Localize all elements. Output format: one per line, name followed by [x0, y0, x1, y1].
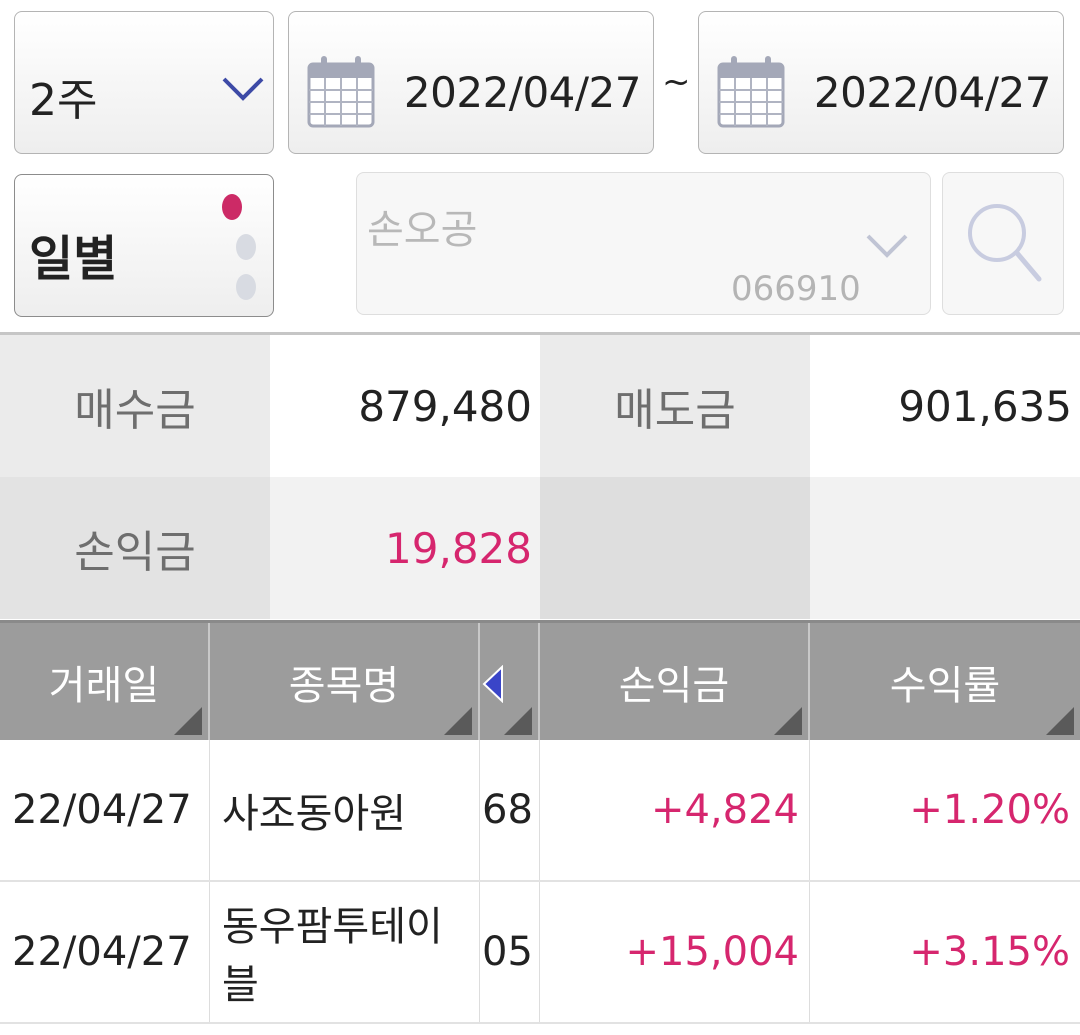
profit-label: 손익금: [0, 477, 270, 619]
chevron-down-icon: [221, 76, 265, 106]
sell-amount-value: 901,635: [810, 335, 1080, 477]
page-indicator-dot: [236, 234, 256, 260]
table-row[interactable]: 22/04/27 사조동아원 68 +4,824 +1.20%: [0, 740, 1080, 882]
start-date-picker[interactable]: 2022/04/27: [288, 11, 654, 154]
left-triangle-icon[interactable]: [482, 664, 504, 707]
column-header-rate[interactable]: 수익률: [810, 623, 1080, 741]
table-row[interactable]: 22/04/27 동우팜투테이블 05 +15,004 +3.15%: [0, 882, 1080, 1024]
sort-corner-icon: [504, 707, 532, 735]
chevron-down-icon: [865, 233, 909, 263]
mode-value: 일별: [29, 231, 118, 287]
search-button[interactable]: [942, 172, 1064, 315]
sell-amount-label: 매도금: [540, 335, 810, 477]
end-date-picker[interactable]: 2022/04/27: [698, 11, 1064, 154]
column-header-profit[interactable]: 손익금: [540, 623, 810, 741]
profit-amount: +15,004: [540, 882, 810, 1022]
profit-value: 19,828: [270, 477, 540, 619]
return-rate: +3.15%: [909, 929, 1070, 975]
sort-corner-icon: [1046, 707, 1074, 735]
column-header-date[interactable]: 거래일: [0, 623, 210, 741]
stock-code: 066910: [731, 269, 861, 309]
sort-corner-icon: [174, 707, 202, 735]
date-range-separator: ~: [662, 62, 691, 102]
page-indicator-dot: [236, 274, 256, 300]
stock-name: 손오공: [367, 207, 478, 253]
profit-amount: +4,824: [540, 740, 810, 880]
calendar-icon: [307, 54, 375, 132]
empty-cell: [540, 477, 810, 619]
period-value: 2주: [29, 75, 98, 126]
buy-amount-value: 879,480: [270, 335, 540, 477]
table-header: 거래일 종목명 손익금 수익률: [0, 620, 1080, 741]
trade-date: 22/04/27: [0, 740, 210, 880]
stock-select[interactable]: 손오공 066910: [356, 172, 931, 315]
sort-corner-icon: [444, 707, 472, 735]
period-select[interactable]: 2주: [14, 11, 274, 154]
return-rate: +1.20%: [909, 787, 1070, 833]
stock-name: 동우팜투테이블: [210, 882, 480, 1022]
stock-code-fragment: 68: [480, 740, 540, 880]
stock-name: 사조동아원: [210, 740, 480, 880]
stock-code-fragment: 05: [480, 882, 540, 1022]
buy-amount-label: 매수금: [0, 335, 270, 477]
search-icon: [965, 197, 1045, 291]
end-date-value: 2022/04/27: [813, 68, 1052, 117]
page-indicator-dot-active: [222, 194, 242, 220]
calendar-icon: [717, 54, 785, 132]
column-header-name[interactable]: 종목명: [210, 623, 480, 741]
trade-date: 22/04/27: [0, 882, 210, 1022]
sort-corner-icon: [774, 707, 802, 735]
empty-cell: [810, 477, 1080, 619]
start-date-value: 2022/04/27: [403, 68, 642, 117]
